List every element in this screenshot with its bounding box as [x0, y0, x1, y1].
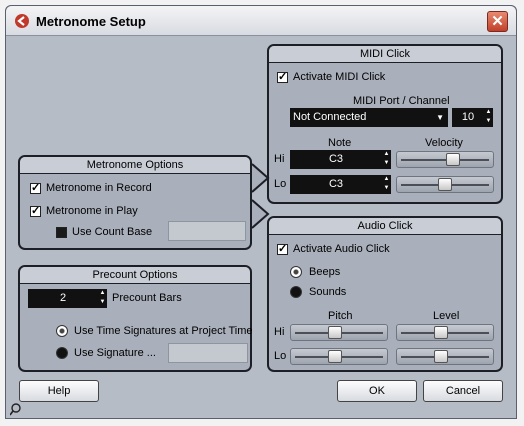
activate-audio-click-checkbox[interactable]: [277, 242, 288, 255]
hi-note-stepper[interactable]: ▲ ▼: [382, 150, 391, 169]
precount-options-title: Precount Options: [20, 267, 250, 284]
midi-port-channel-label: MIDI Port / Channel: [353, 95, 450, 107]
beeps-radio[interactable]: [290, 266, 302, 278]
close-icon: ✕: [491, 13, 504, 30]
resize-grip-icon[interactable]: [10, 402, 24, 416]
sounds-label: Sounds: [309, 286, 347, 298]
audio-lo-label: Lo: [274, 350, 287, 362]
spin-up-icon: ▲: [383, 176, 390, 182]
slider-thumb[interactable]: [434, 326, 448, 339]
metronome-in-record-label: Metronome in Record: [46, 182, 152, 194]
help-button[interactable]: Help: [19, 380, 99, 402]
count-base-field[interactable]: [168, 221, 246, 241]
midi-port-select[interactable]: Not Connected ▼: [290, 108, 448, 127]
precount-options-panel: Precount Options 2 ▲ ▼ Precount Bars Use …: [18, 265, 253, 372]
level-header: Level: [433, 310, 460, 322]
spin-down-icon: ▼: [383, 160, 390, 166]
spin-down-icon: ▼: [99, 299, 106, 305]
close-button[interactable]: ✕: [487, 11, 508, 32]
midi-channel-field[interactable]: 10: [452, 108, 484, 127]
use-count-base-label: Use Count Base: [72, 226, 153, 238]
slider-thumb[interactable]: [328, 326, 342, 339]
note-header: Note: [328, 137, 352, 149]
hi-pitch-slider[interactable]: [290, 324, 388, 341]
cubase-logo-icon: [15, 14, 29, 28]
title-bar: Metronome Setup ✕: [6, 6, 516, 36]
ok-button[interactable]: OK: [337, 380, 417, 402]
slider-thumb[interactable]: [438, 178, 452, 191]
use-count-base-checkbox[interactable]: [56, 227, 67, 238]
metronome-setup-dialog: Metronome Setup ✕ Metronome Options Metr…: [5, 5, 517, 419]
use-time-signatures-label: Use Time Signatures at Project Time: [74, 325, 253, 337]
hi-note-field[interactable]: C3: [290, 150, 382, 169]
precount-bars-label: Precount Bars: [112, 292, 182, 304]
spin-up-icon: ▲: [99, 290, 106, 296]
connector-arrows: [251, 163, 270, 229]
audio-click-title: Audio Click: [269, 218, 501, 235]
window-title: Metronome Setup: [36, 14, 146, 29]
slider-thumb[interactable]: [446, 153, 460, 166]
hi-velocity-slider[interactable]: [396, 151, 494, 168]
activate-midi-click-label: Activate MIDI Click: [293, 71, 386, 83]
cancel-button[interactable]: Cancel: [423, 380, 503, 402]
beeps-label: Beeps: [309, 266, 341, 278]
metronome-in-play-label: Metronome in Play: [46, 205, 138, 217]
sounds-radio[interactable]: [290, 286, 302, 298]
midi-click-title: MIDI Click: [269, 46, 501, 63]
lo-note-stepper[interactable]: ▲ ▼: [382, 175, 391, 194]
activate-audio-click-label: Activate Audio Click: [293, 243, 390, 255]
hi-level-slider[interactable]: [396, 324, 494, 341]
velocity-header: Velocity: [425, 137, 463, 149]
audio-hi-label: Hi: [274, 326, 285, 338]
precount-bars-stepper[interactable]: ▲ ▼: [98, 289, 107, 308]
midi-port-value: Not Connected: [293, 111, 367, 123]
pitch-header: Pitch: [328, 310, 353, 322]
use-signature-radio[interactable]: [56, 347, 68, 359]
lo-note-field[interactable]: C3: [290, 175, 382, 194]
lo-pitch-slider[interactable]: [290, 348, 388, 365]
midi-click-panel: MIDI Click Activate MIDI Click MIDI Port…: [267, 44, 503, 204]
midi-channel-stepper[interactable]: ▲ ▼: [484, 108, 493, 127]
lo-velocity-slider[interactable]: [396, 176, 494, 193]
slider-thumb[interactable]: [328, 350, 342, 363]
audio-click-panel: Audio Click Activate Audio Click Beeps S…: [267, 216, 503, 372]
slider-thumb[interactable]: [434, 350, 448, 363]
spin-up-icon: ▲: [383, 151, 390, 157]
use-time-signatures-radio[interactable]: [56, 325, 68, 337]
spin-down-icon: ▼: [383, 185, 390, 191]
signature-field[interactable]: [168, 343, 248, 363]
use-signature-label: Use Signature ...: [74, 347, 156, 359]
metronome-in-play-checkbox[interactable]: [30, 204, 41, 217]
metronome-options-panel: Metronome Options Metronome in Record Me…: [18, 155, 252, 250]
chevron-down-icon: ▼: [436, 113, 444, 122]
precount-bars-field[interactable]: 2: [28, 289, 98, 308]
metronome-options-title: Metronome Options: [20, 157, 250, 174]
metronome-in-record-checkbox[interactable]: [30, 181, 41, 194]
activate-midi-click-checkbox[interactable]: [277, 70, 288, 83]
lo-level-slider[interactable]: [396, 348, 494, 365]
spin-up-icon: ▲: [485, 109, 492, 115]
spin-down-icon: ▼: [485, 118, 492, 124]
